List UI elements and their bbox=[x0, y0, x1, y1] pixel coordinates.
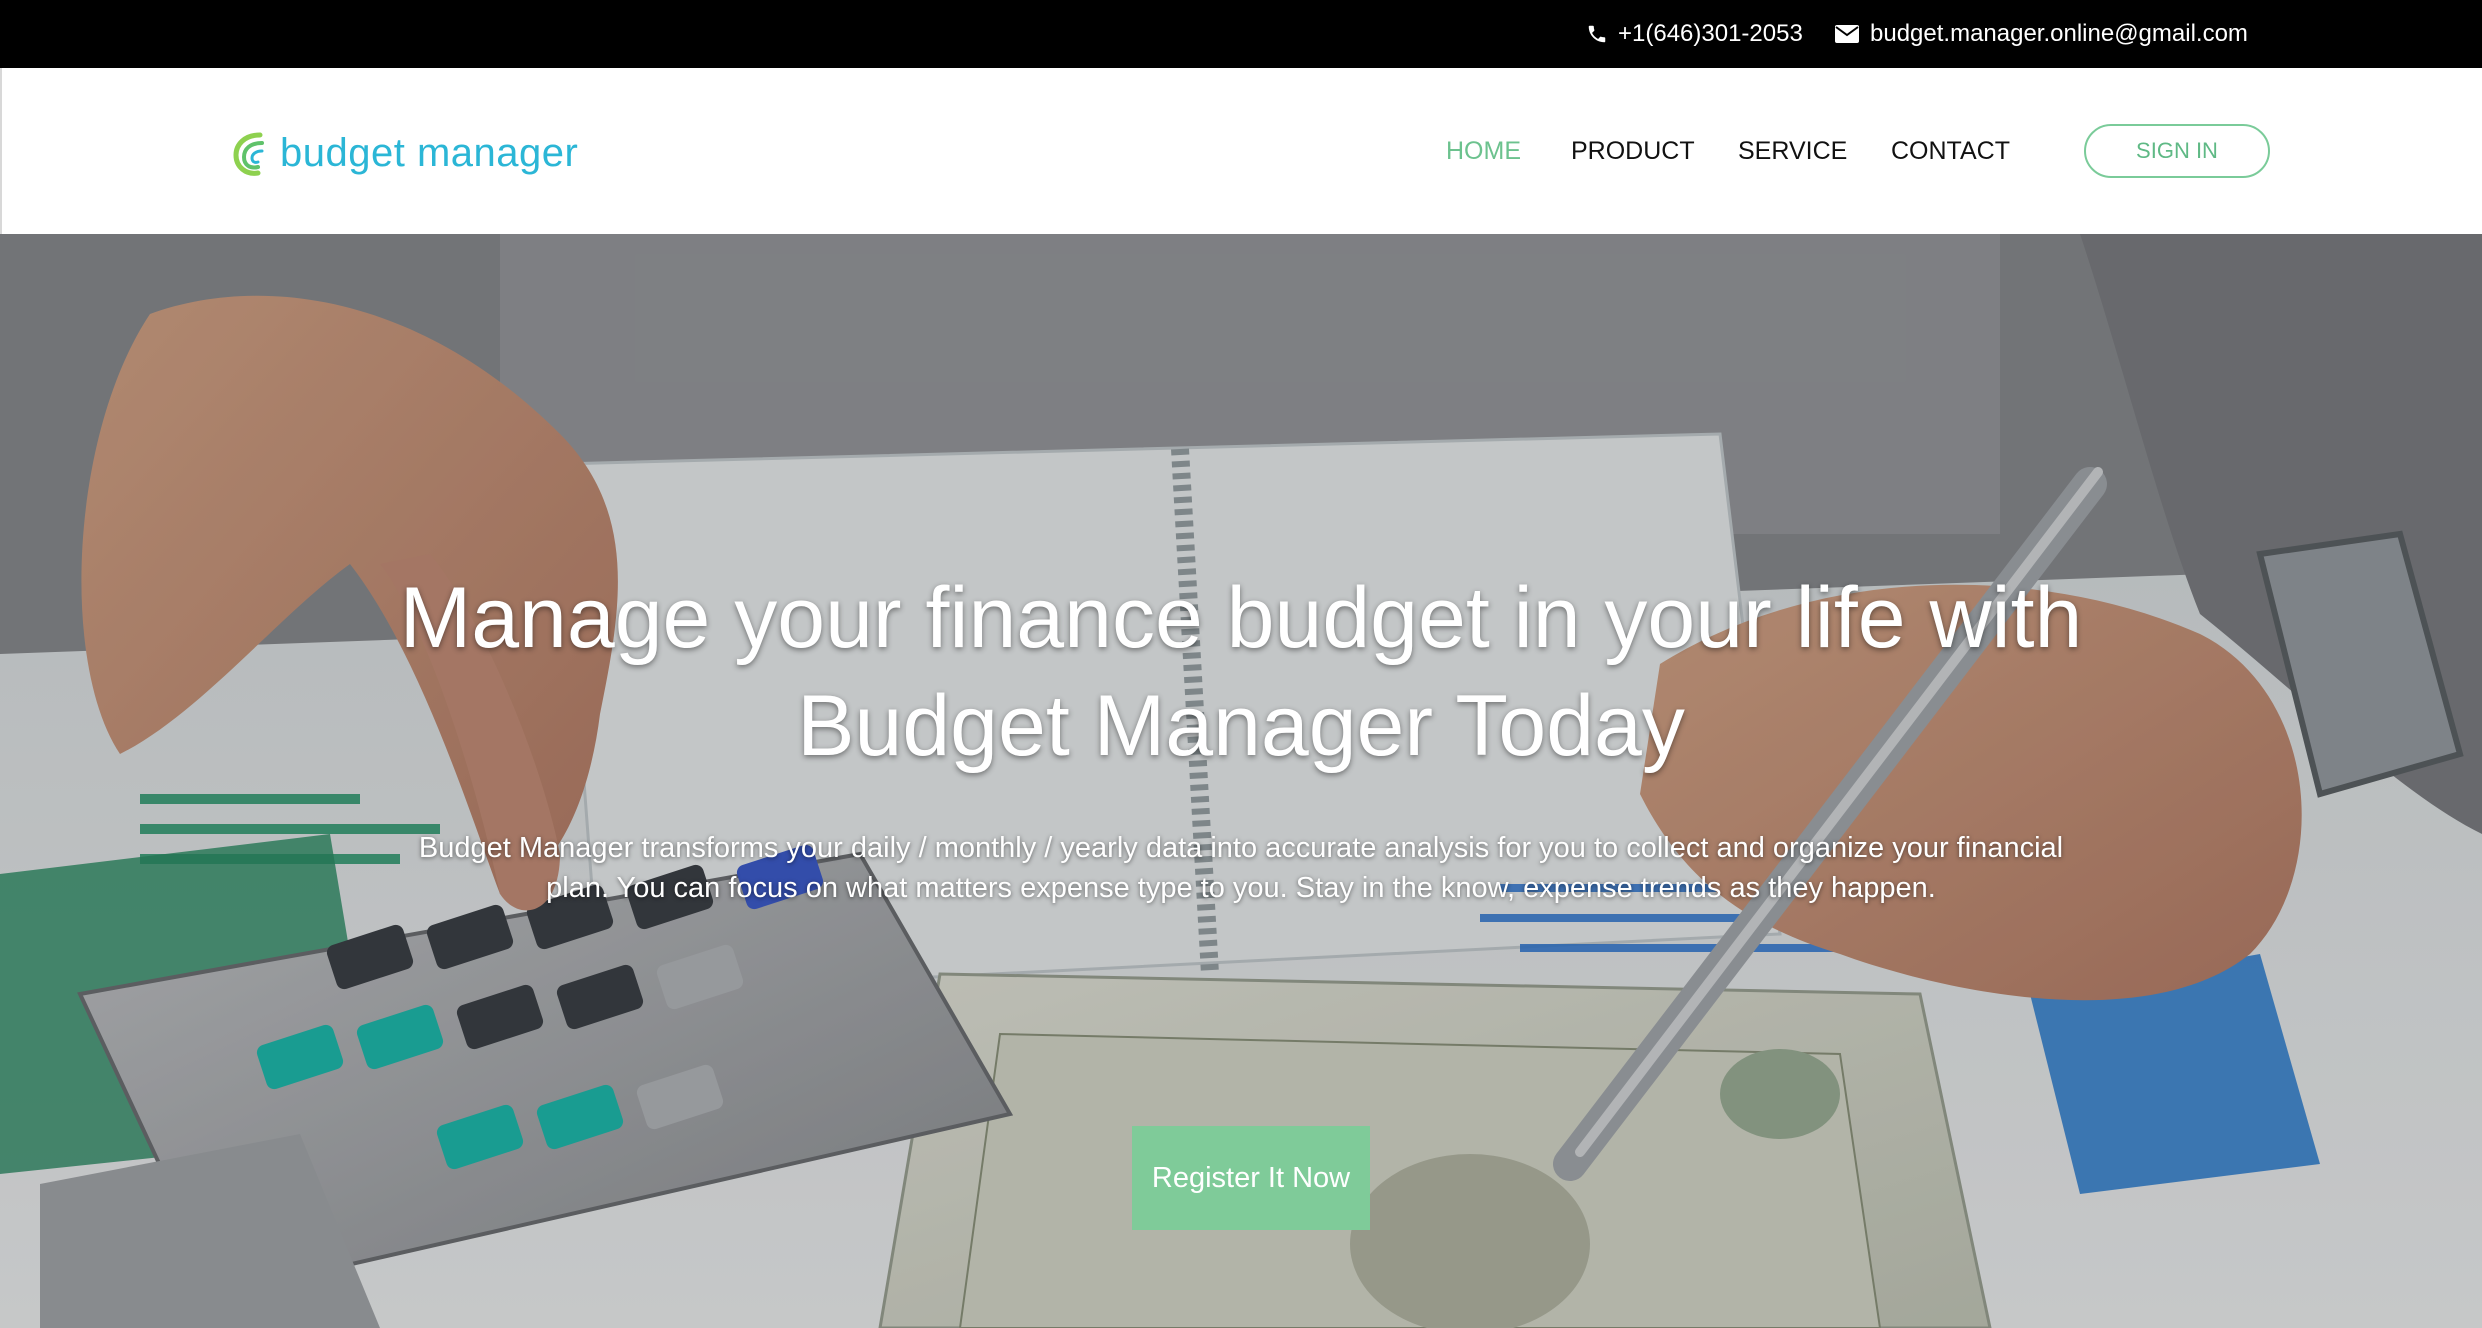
top-contact-bar: +1(646)301-2053 budget.manager.online@gm… bbox=[0, 0, 2482, 68]
brand-name: budget manager bbox=[280, 130, 579, 175]
site-header: budget manager HOME PRODUCT SERVICE CONT… bbox=[0, 68, 2482, 234]
logo-swirl-icon bbox=[233, 132, 264, 176]
phone-number: +1(646)301-2053 bbox=[1618, 20, 1803, 47]
phone-icon bbox=[1588, 25, 1606, 43]
nav-item-home[interactable]: HOME bbox=[1446, 137, 1521, 166]
hero-title: Manage your finance budget in your life … bbox=[241, 564, 2241, 780]
hero-title-line-1: Manage your finance budget in your life … bbox=[399, 570, 2083, 666]
hero-title-line-2: Budget Manager Today bbox=[797, 678, 1685, 774]
nav-item-service[interactable]: SERVICE bbox=[1738, 137, 1847, 166]
phone-contact[interactable]: +1(646)301-2053 bbox=[1586, 0, 1803, 68]
hero-section: Manage your finance budget in your life … bbox=[0, 234, 2482, 1328]
register-button[interactable]: Register It Now bbox=[1132, 1126, 1370, 1230]
nav-item-contact[interactable]: CONTACT bbox=[1891, 137, 2010, 166]
email-address: budget.manager.online@gmail.com bbox=[1870, 20, 2248, 47]
sign-in-button[interactable]: SIGN IN bbox=[2084, 124, 2270, 178]
hero-subtitle-line-1: Budget Manager transforms your daily / m… bbox=[418, 832, 2064, 864]
brand-logo[interactable]: budget manager bbox=[230, 128, 578, 178]
envelope-icon bbox=[1835, 25, 1859, 43]
email-contact[interactable]: budget.manager.online@gmail.com bbox=[1834, 0, 2248, 68]
hero-subtitle: Budget Manager transforms your daily / m… bbox=[391, 828, 2091, 908]
hero-subtitle-line-2: plan. You can focus on what matters expe… bbox=[546, 872, 1936, 904]
nav-item-product[interactable]: PRODUCT bbox=[1571, 137, 1695, 166]
